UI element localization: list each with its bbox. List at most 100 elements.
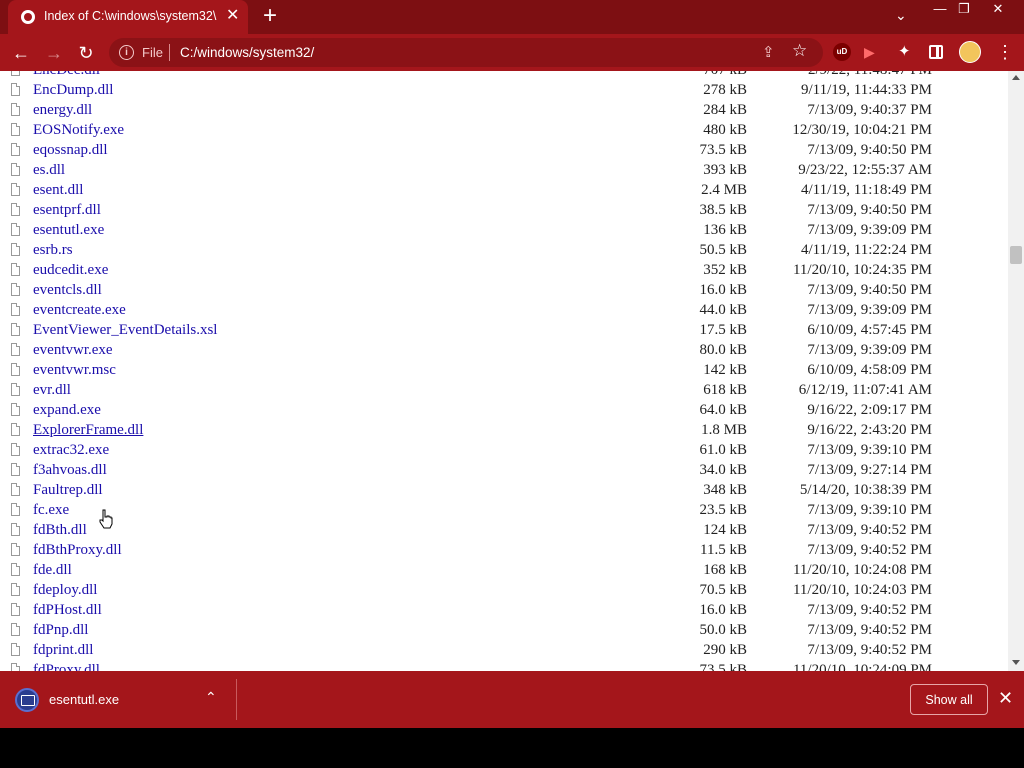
back-button[interactable]: ←: [10, 42, 32, 64]
table-row: fde.dll 168 kB 11/20/10, 10:24:08 PM: [0, 561, 1008, 581]
tab-search-chevron-icon[interactable]: ⌄: [895, 7, 907, 24]
file-link[interactable]: fdPHost.dll: [33, 602, 102, 619]
file-link[interactable]: fdeploy.dll: [33, 582, 97, 599]
file-link[interactable]: eventvwr.exe: [33, 342, 113, 359]
address-bar[interactable]: i File C:/windows/system32/ ⇪ ☆: [109, 38, 823, 67]
ublock-extension-icon[interactable]: uD: [833, 43, 851, 61]
table-row: esentutl.exe 136 kB 7/13/09, 9:39:09 PM: [0, 221, 1008, 241]
side-panel-icon[interactable]: [929, 45, 943, 59]
file-size: 61.0 kB: [699, 442, 747, 458]
executable-file-icon: [15, 688, 39, 712]
file-size: 16.0 kB: [699, 282, 747, 298]
file-link[interactable]: eqossnap.dll: [33, 142, 108, 159]
file-size: 34.0 kB: [699, 462, 747, 478]
file-icon: [11, 443, 20, 456]
window-close-button[interactable]: ✕: [984, 0, 1012, 20]
file-icon: [11, 303, 20, 316]
file-link[interactable]: fde.dll: [33, 562, 72, 579]
file-size: 348 kB: [703, 482, 747, 498]
file-date: 7/13/09, 9:40:52 PM: [807, 602, 932, 618]
download-item-name[interactable]: esentutl.exe: [49, 692, 119, 707]
file-link[interactable]: extrac32.exe: [33, 442, 109, 459]
file-link[interactable]: fdProxy.dll: [33, 662, 100, 671]
file-link[interactable]: eudcedit.exe: [33, 262, 108, 279]
url-text[interactable]: C:/windows/system32/: [180, 45, 314, 60]
file-link[interactable]: EncDec.dll: [33, 71, 100, 79]
file-link[interactable]: f3ahvoas.dll: [33, 462, 107, 479]
file-link[interactable]: esentutl.exe: [33, 222, 104, 239]
file-size: 352 kB: [703, 262, 747, 278]
table-row: eventcls.dll 16.0 kB 7/13/09, 9:40:50 PM: [0, 281, 1008, 301]
file-link[interactable]: fdBth.dll: [33, 522, 87, 539]
file-date: 7/13/09, 9:40:52 PM: [807, 522, 932, 538]
scroll-up-arrow-icon[interactable]: [1012, 75, 1020, 80]
scroll-down-arrow-icon[interactable]: [1012, 660, 1020, 665]
table-row: eudcedit.exe 352 kB 11/20/10, 10:24:35 PM: [0, 261, 1008, 281]
file-link[interactable]: eventcreate.exe: [33, 302, 126, 319]
table-row: f3ahvoas.dll 34.0 kB 7/13/09, 9:27:14 PM: [0, 461, 1008, 481]
file-size: 480 kB: [703, 122, 747, 138]
file-size: 50.0 kB: [699, 622, 747, 638]
record-extension-icon[interactable]: ▶: [864, 43, 882, 61]
file-link[interactable]: fc.exe: [33, 502, 69, 519]
file-link[interactable]: ExplorerFrame.dll: [33, 422, 143, 439]
kebab-menu-icon[interactable]: ⋮: [996, 42, 1014, 62]
table-row: fdeploy.dll 70.5 kB 11/20/10, 10:24:03 PM: [0, 581, 1008, 601]
forward-button[interactable]: →: [43, 42, 65, 64]
table-row: fdBth.dll 124 kB 7/13/09, 9:40:52 PM: [0, 521, 1008, 541]
file-size: 142 kB: [703, 362, 747, 378]
share-icon[interactable]: ⇪: [762, 43, 775, 61]
file-link[interactable]: expand.exe: [33, 402, 101, 419]
table-row: eqossnap.dll 73.5 kB 7/13/09, 9:40:50 PM: [0, 141, 1008, 161]
file-icon: [11, 663, 20, 671]
info-icon[interactable]: i: [119, 45, 134, 60]
file-link[interactable]: EncDump.dll: [33, 82, 113, 99]
new-tab-button[interactable]: +: [258, 4, 282, 28]
file-link[interactable]: esrb.rs: [33, 242, 73, 259]
show-all-button[interactable]: Show all: [910, 684, 988, 715]
table-row: extrac32.exe 61.0 kB 7/13/09, 9:39:10 PM: [0, 441, 1008, 461]
profile-avatar[interactable]: [959, 41, 981, 63]
scrollbar-thumb[interactable]: [1010, 246, 1022, 264]
vertical-scrollbar[interactable]: [1008, 71, 1024, 671]
file-link[interactable]: fdprint.dll: [33, 642, 93, 659]
file-link[interactable]: EventViewer_EventDetails.xsl: [33, 322, 217, 339]
file-link[interactable]: esent.dll: [33, 182, 83, 199]
reload-button[interactable]: ↻: [75, 42, 97, 64]
download-bar: esentutl.exe ⌃ Show all ✕: [0, 671, 1024, 728]
file-size: 11.5 kB: [700, 542, 747, 558]
browser-toolbar: ← → ↻ i File C:/windows/system32/ ⇪ ☆ uD…: [0, 34, 1024, 71]
file-date: 4/11/19, 11:18:49 PM: [801, 182, 932, 198]
file-size: 618 kB: [703, 382, 747, 398]
file-link[interactable]: es.dll: [33, 162, 65, 179]
download-options-chevron-icon[interactable]: ⌃: [205, 689, 217, 706]
file-link[interactable]: energy.dll: [33, 102, 92, 119]
extensions-puzzle-icon[interactable]: ✦: [898, 43, 916, 61]
file-link[interactable]: fdPnp.dll: [33, 622, 88, 639]
table-row: esentprf.dll 38.5 kB 7/13/09, 9:40:50 PM: [0, 201, 1008, 221]
table-row: fdprint.dll 290 kB 7/13/09, 9:40:52 PM: [0, 641, 1008, 661]
file-link[interactable]: EOSNotify.exe: [33, 122, 124, 139]
tab-active[interactable]: Index of C:\windows\system32\ ✕: [8, 0, 248, 34]
restore-button[interactable]: ❐: [950, 0, 978, 20]
bookmark-star-icon[interactable]: ☆: [792, 41, 807, 61]
tab-close-icon[interactable]: ✕: [226, 7, 239, 25]
file-icon: [11, 463, 20, 476]
file-table: EncDec.dll 707 kB 2/9/22, 11:48:47 PM EncDu…: [0, 71, 1008, 671]
file-icon: [11, 423, 20, 436]
file-link[interactable]: Faultrep.dll: [33, 482, 103, 499]
table-row: energy.dll 284 kB 7/13/09, 9:40:37 PM: [0, 101, 1008, 121]
file-link[interactable]: esentprf.dll: [33, 202, 101, 219]
file-link[interactable]: evr.dll: [33, 382, 71, 399]
file-size: 290 kB: [703, 642, 747, 658]
file-icon: [11, 483, 20, 496]
directory-listing-page: EncDec.dll 707 kB 2/9/22, 11:48:47 PM EncDu…: [0, 71, 1008, 671]
file-link[interactable]: eventvwr.msc: [33, 362, 116, 379]
file-link[interactable]: eventcls.dll: [33, 282, 102, 299]
table-row: esent.dll 2.4 MB 4/11/19, 11:18:49 PM: [0, 181, 1008, 201]
download-bar-close-icon[interactable]: ✕: [998, 688, 1013, 708]
file-link[interactable]: fdBthProxy.dll: [33, 542, 122, 559]
file-date: 9/16/22, 2:43:20 PM: [807, 422, 932, 438]
table-row: Faultrep.dll 348 kB 5/14/20, 10:38:39 PM: [0, 481, 1008, 501]
url-scheme-label: File: [142, 45, 163, 60]
